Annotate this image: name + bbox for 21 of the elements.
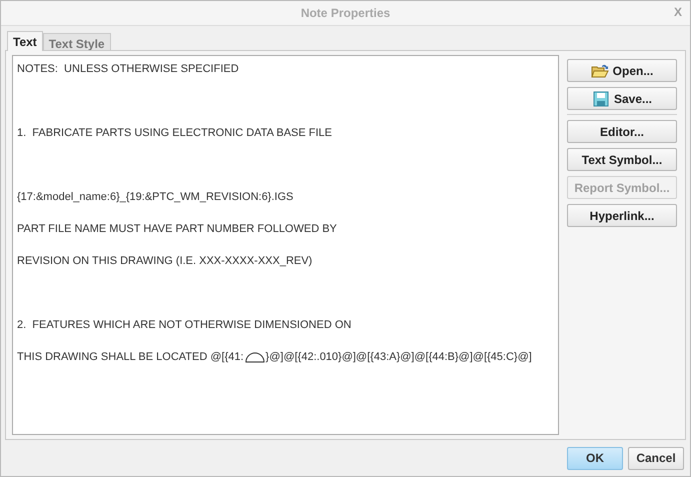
note-text-area[interactable] (12, 55, 559, 435)
arc-symbol-icon (244, 351, 265, 363)
side-button[interactable]: Open... (567, 59, 677, 82)
ok-button[interactable]: OK (567, 446, 623, 470)
tab[interactable]: Text Style (42, 33, 111, 50)
side-button[interactable]: Save... (567, 87, 677, 110)
note-text: REVISION ON THIS DRAWING (I.E. XXX-XXXX-XXX_REV) (17, 254, 312, 269)
note-text: 2. FEATURES WHICH ARE NOT OTHERWISE DIMENSIONED ON (17, 318, 352, 333)
note-text: 1. FABRICATE PARTS USING ELECTRONIC DATA BASE FILE (17, 126, 332, 141)
note-text: NOTES: UNLESS OTHERWISE SPECIFIED (17, 62, 239, 77)
side-button[interactable]: Text Symbol... (567, 148, 677, 171)
tab[interactable]: Text (7, 31, 43, 51)
cancel-button[interactable]: Cancel (628, 446, 684, 470)
note-text: THIS DRAWING SHALL BE LOCATED @[{41: (17, 350, 244, 365)
folder-icon (590, 62, 609, 78)
note-text: {17:&model_name:6}_{19:&PTC_WM_REVISION:6}.IGS (17, 190, 294, 205)
note-text: }@]@[{42:.010}@]@[{43:A}@]@[{44:B}@]@[{45:C}@] (266, 350, 532, 365)
side-button[interactable]: Hyperlink... (567, 204, 677, 227)
note-text: PART FILE NAME MUST HAVE PART NUMBER FOLLOWED BY (17, 222, 337, 237)
window-title: Note Properties (300, 6, 390, 20)
side-button[interactable]: Editor... (567, 120, 677, 143)
